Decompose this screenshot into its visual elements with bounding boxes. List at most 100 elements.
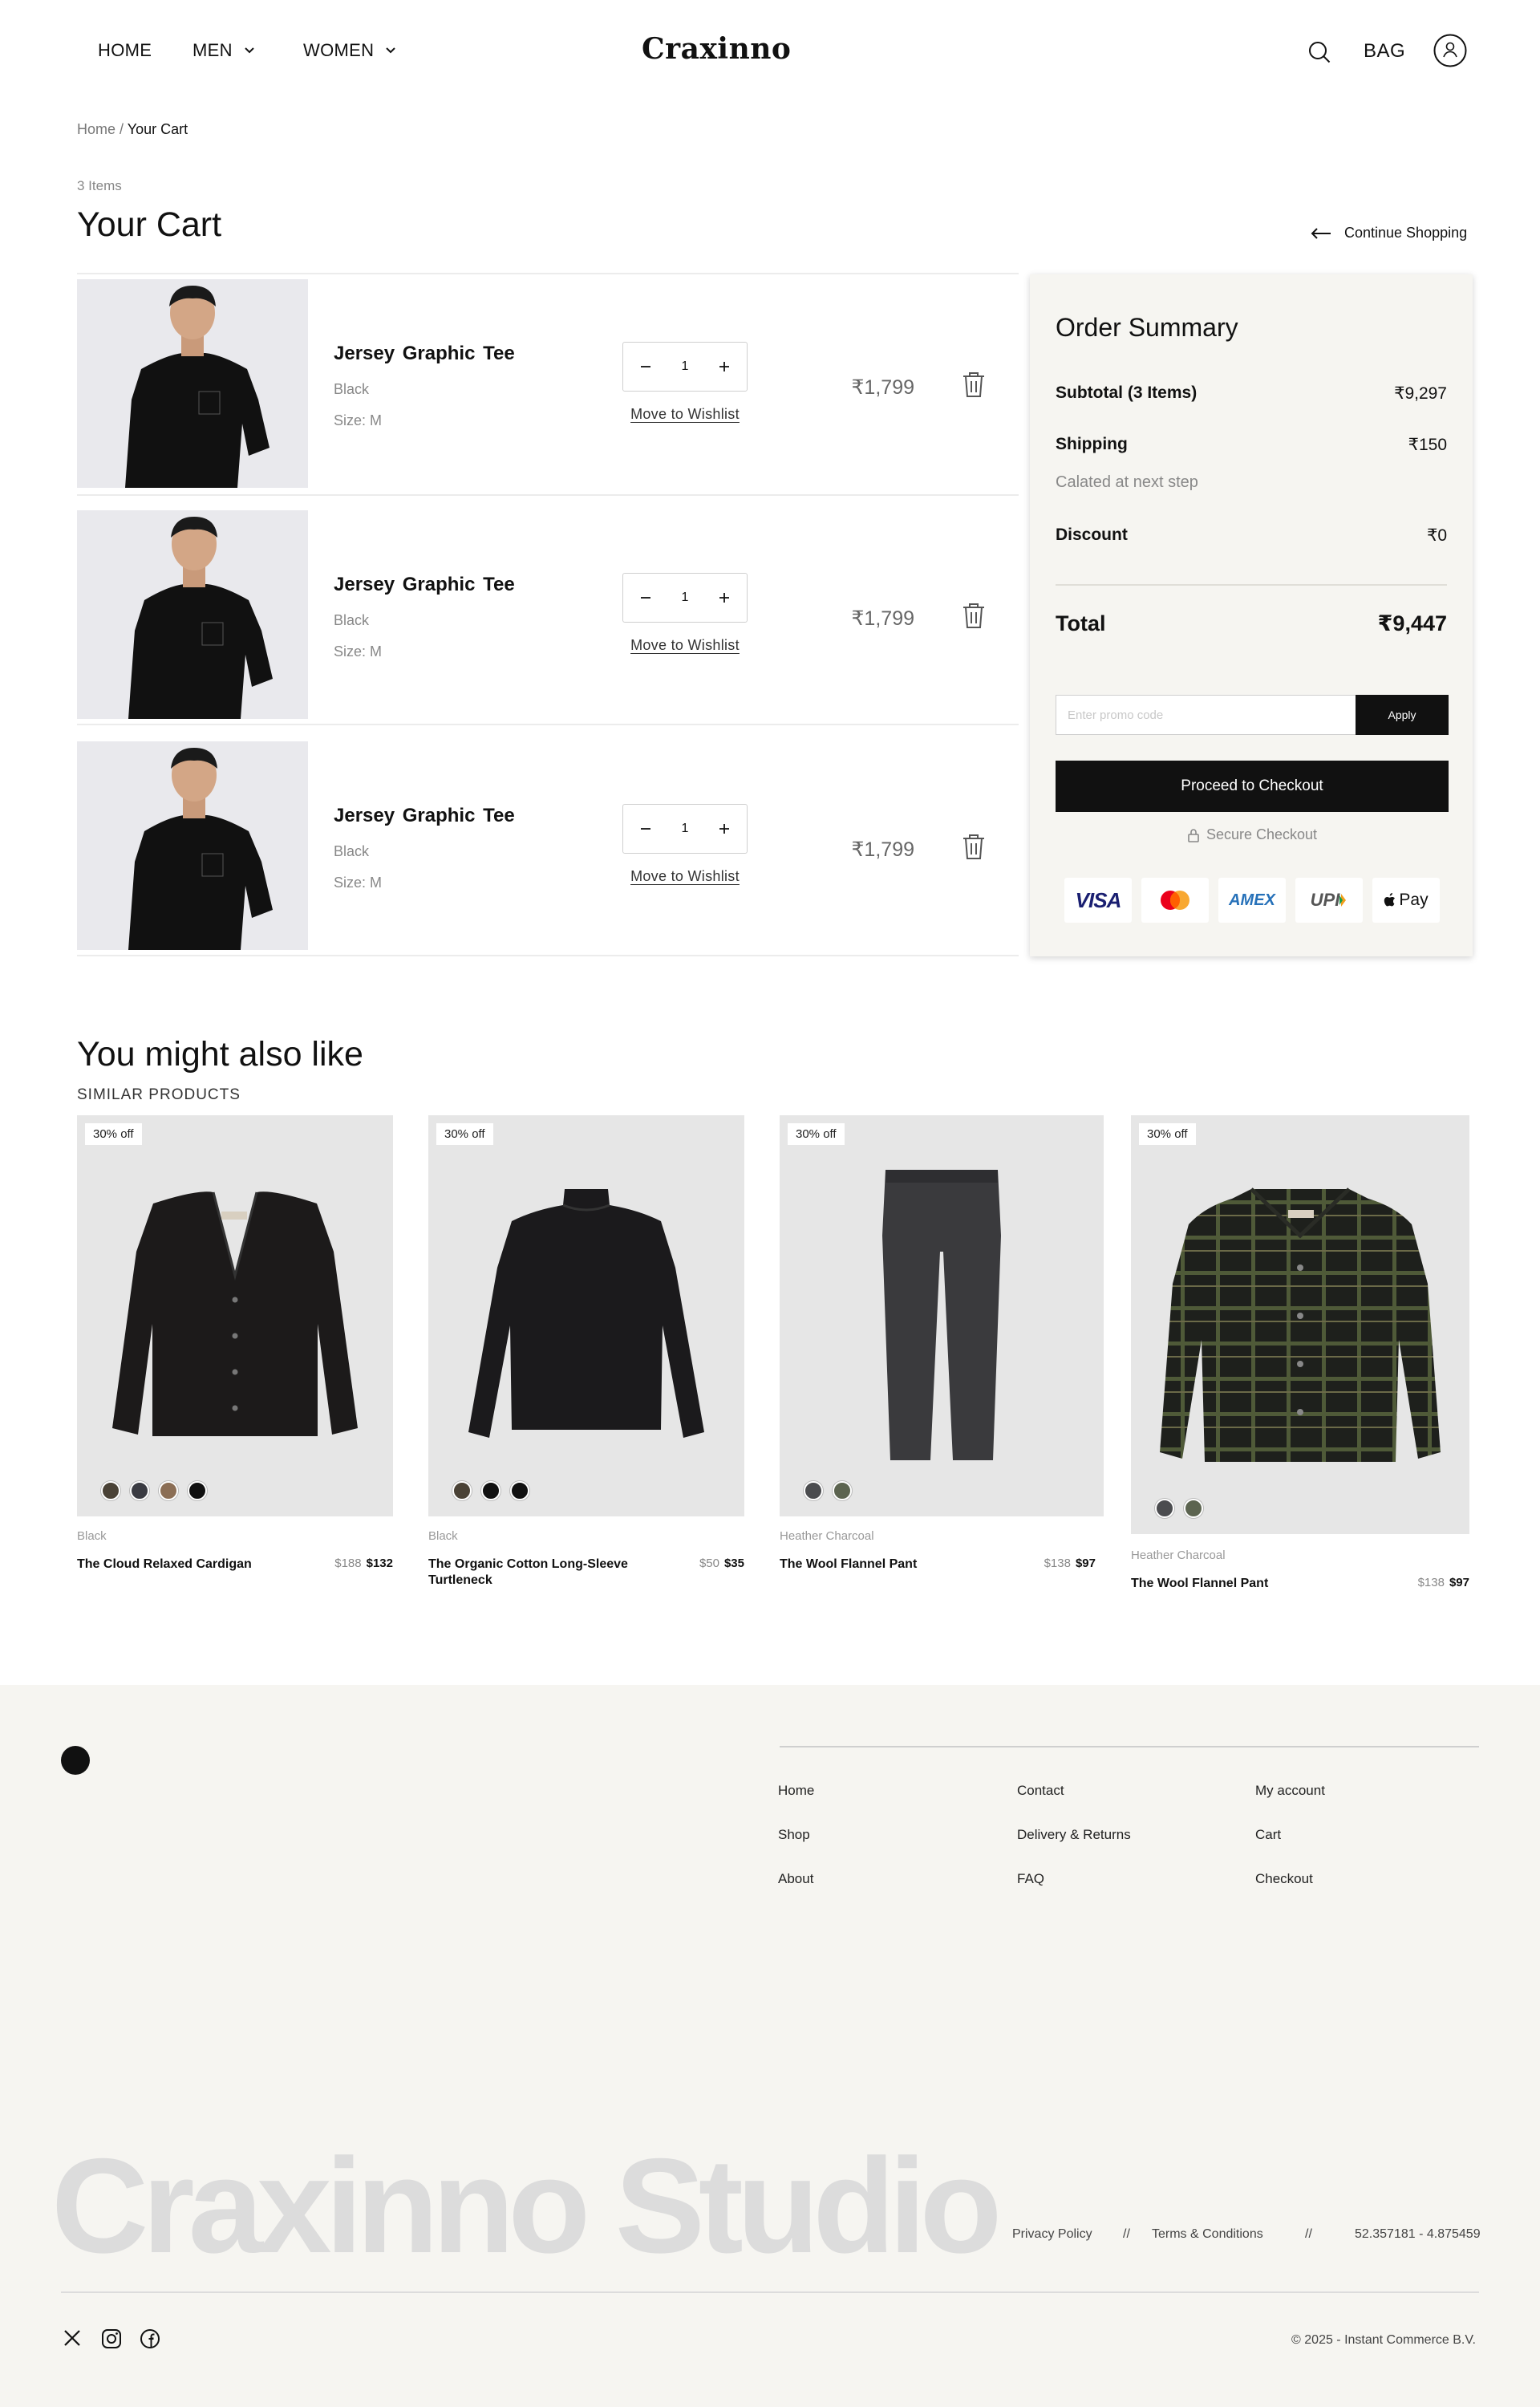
footer-link-about[interactable]: About bbox=[778, 1871, 813, 1887]
footer-link-checkout[interactable]: Checkout bbox=[1255, 1871, 1313, 1887]
item-price: ₹1,799 bbox=[851, 838, 914, 861]
footer-link-shop[interactable]: Shop bbox=[778, 1827, 810, 1843]
move-to-wishlist-link[interactable]: Move to Wishlist bbox=[622, 637, 748, 654]
swatch[interactable] bbox=[101, 1481, 120, 1500]
cart-item-count: 3 Items bbox=[77, 178, 122, 193]
move-to-wishlist-link[interactable]: Move to Wishlist bbox=[622, 406, 748, 423]
swatch[interactable] bbox=[804, 1481, 823, 1500]
terms-link[interactable]: Terms & Conditions bbox=[1152, 2227, 1263, 2242]
minus-icon[interactable] bbox=[639, 591, 652, 604]
lock-icon bbox=[1187, 828, 1200, 842]
footer-link-home[interactable]: Home bbox=[778, 1783, 814, 1799]
swatch[interactable] bbox=[510, 1481, 529, 1500]
product-card-image[interactable]: 30% off bbox=[780, 1115, 1104, 1516]
swatch[interactable] bbox=[833, 1481, 852, 1500]
arrow-left-icon bbox=[1311, 227, 1331, 240]
divider bbox=[1056, 584, 1447, 586]
visa-icon: VISA bbox=[1064, 878, 1132, 923]
product-image[interactable] bbox=[77, 741, 308, 950]
swatch[interactable] bbox=[1184, 1499, 1203, 1518]
product-image[interactable] bbox=[77, 279, 308, 488]
plus-icon[interactable] bbox=[718, 822, 731, 835]
bag-link[interactable]: BAG bbox=[1364, 40, 1405, 63]
footer: Home Shop About Contact Delivery & Retur… bbox=[0, 1685, 1540, 2407]
trash-icon[interactable] bbox=[961, 371, 987, 400]
separator: // bbox=[1305, 2227, 1312, 2241]
continue-shopping-link[interactable]: Continue Shopping bbox=[1311, 225, 1467, 242]
product-price: $138 $97 bbox=[1417, 1576, 1469, 1589]
promo-code-input[interactable] bbox=[1056, 696, 1356, 734]
breadcrumb-current: Your Cart bbox=[127, 121, 188, 137]
trash-icon[interactable] bbox=[961, 602, 987, 631]
facebook-icon[interactable] bbox=[140, 2328, 162, 2351]
swatch[interactable] bbox=[130, 1481, 149, 1500]
instagram-icon[interactable] bbox=[101, 2328, 124, 2351]
product-image[interactable] bbox=[77, 510, 308, 719]
swatch[interactable] bbox=[159, 1481, 178, 1500]
item-name[interactable]: Jersey Graphic Tee bbox=[334, 343, 515, 365]
footer-link-faq[interactable]: FAQ bbox=[1017, 1871, 1044, 1887]
quantity-stepper: 1 bbox=[622, 342, 748, 392]
discount-badge: 30% off bbox=[436, 1123, 493, 1145]
user-icon[interactable] bbox=[1433, 34, 1467, 67]
amex-icon: AMEX bbox=[1218, 878, 1286, 923]
product-price: $138 $97 bbox=[1044, 1557, 1096, 1570]
item-size: Size: M bbox=[334, 875, 383, 891]
plus-icon[interactable] bbox=[718, 360, 731, 373]
nav-men[interactable]: MEN bbox=[192, 40, 255, 61]
item-name[interactable]: Jersey Graphic Tee bbox=[334, 574, 515, 596]
color-swatches bbox=[1155, 1499, 1203, 1518]
search-icon[interactable] bbox=[1307, 40, 1331, 64]
product-color: Heather Charcoal bbox=[780, 1529, 874, 1543]
chevron-down-icon bbox=[244, 47, 255, 55]
discount-badge: 30% off bbox=[85, 1123, 142, 1145]
item-price: ₹1,799 bbox=[851, 376, 914, 399]
footer-link-account[interactable]: My account bbox=[1255, 1783, 1325, 1799]
swatch[interactable] bbox=[1155, 1499, 1174, 1518]
quantity-value: 1 bbox=[681, 822, 689, 835]
summary-title: Order Summary bbox=[1056, 313, 1238, 342]
product-card-image[interactable]: 30% off bbox=[1131, 1115, 1469, 1534]
product-name[interactable]: The Wool Flannel Pant bbox=[1131, 1576, 1339, 1592]
product-name[interactable]: The Cloud Relaxed Cardigan bbox=[77, 1557, 261, 1573]
product-name[interactable]: The Organic Cotton Long-Sleeve Turtlenec… bbox=[428, 1557, 637, 1589]
proceed-to-checkout-button[interactable]: Proceed to Checkout bbox=[1056, 761, 1449, 812]
trash-icon[interactable] bbox=[961, 833, 987, 862]
footer-link-contact[interactable]: Contact bbox=[1017, 1783, 1064, 1799]
nav-home[interactable]: HOME bbox=[98, 40, 152, 61]
swatch[interactable] bbox=[188, 1481, 207, 1500]
divider bbox=[77, 955, 1019, 956]
subtotal-row: Subtotal (3 Items) ₹9,297 bbox=[1056, 384, 1447, 403]
breadcrumb-home[interactable]: Home / bbox=[77, 121, 124, 137]
shipping-row: Shipping ₹150 bbox=[1056, 435, 1447, 454]
minus-icon[interactable] bbox=[639, 360, 652, 373]
divider bbox=[77, 494, 1019, 496]
chevron-down-icon bbox=[385, 47, 396, 55]
plus-icon[interactable] bbox=[718, 591, 731, 604]
divider bbox=[77, 273, 1019, 274]
product-color: Heather Charcoal bbox=[1131, 1549, 1226, 1562]
nav-women[interactable]: WOMEN bbox=[303, 40, 396, 61]
x-twitter-icon[interactable] bbox=[63, 2328, 85, 2351]
product-card-image[interactable]: 30% off bbox=[77, 1115, 393, 1516]
apply-button[interactable]: Apply bbox=[1356, 695, 1449, 735]
product-card-image[interactable]: 30% off bbox=[428, 1115, 744, 1516]
divider bbox=[780, 1746, 1479, 1747]
item-name[interactable]: Jersey Graphic Tee bbox=[334, 805, 515, 827]
swatch[interactable] bbox=[481, 1481, 500, 1500]
footer-link-cart[interactable]: Cart bbox=[1255, 1827, 1281, 1843]
footer-link-delivery[interactable]: Delivery & Returns bbox=[1017, 1827, 1131, 1843]
copyright: © 2025 - Instant Commerce B.V. bbox=[1291, 2333, 1476, 2347]
move-to-wishlist-link[interactable]: Move to Wishlist bbox=[622, 868, 748, 885]
color-swatches bbox=[101, 1481, 207, 1500]
product-name[interactable]: The Wool Flannel Pant bbox=[780, 1557, 988, 1573]
item-color: Black bbox=[334, 612, 370, 628]
swatch[interactable] bbox=[452, 1481, 472, 1500]
color-swatches bbox=[452, 1481, 529, 1500]
item-size: Size: M bbox=[334, 643, 383, 660]
mastercard-icon bbox=[1141, 878, 1209, 923]
privacy-policy-link[interactable]: Privacy Policy bbox=[1012, 2227, 1092, 2242]
logo[interactable]: Craxinno bbox=[642, 32, 791, 66]
item-color: Black bbox=[334, 381, 370, 397]
minus-icon[interactable] bbox=[639, 822, 652, 835]
